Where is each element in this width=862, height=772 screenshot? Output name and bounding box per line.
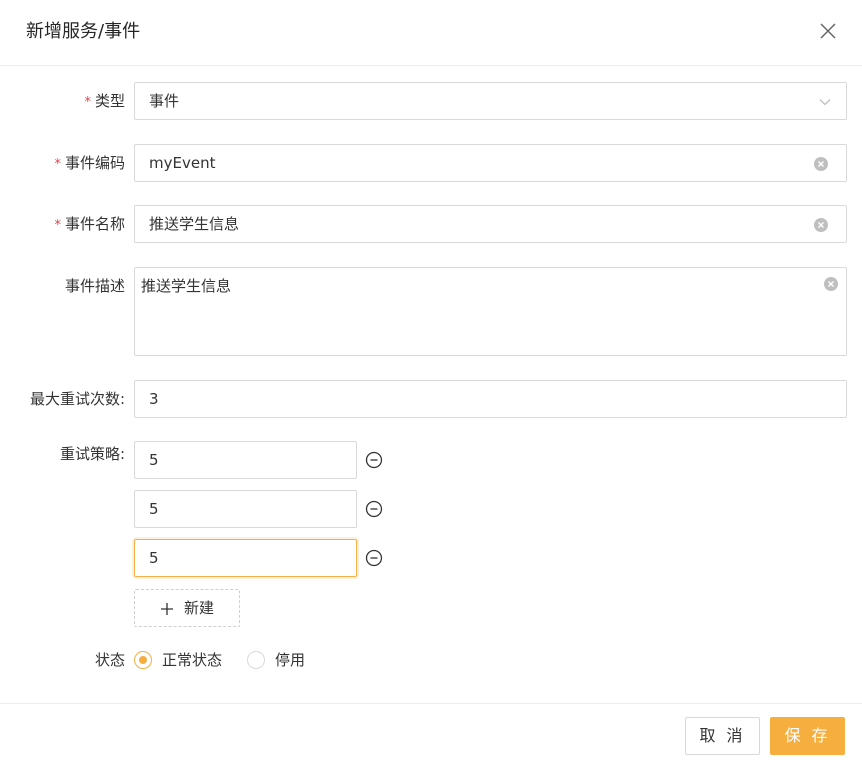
type-label: * 类型 (84, 92, 125, 110)
dialog-title: 新增服务/事件 (26, 21, 141, 42)
add-service-event-dialog: 新增服务/事件 * 类型 事件 * 事件编码 myEvent * 事件名称 推送学生信… (0, 0, 862, 772)
max-retry-input[interactable]: 3 (134, 380, 847, 418)
event-code-value: myEvent (149, 154, 216, 172)
type-select-value: 事件 (149, 92, 180, 110)
event-name-value: 推送学生信息 (149, 215, 240, 233)
retry-interval-value: 5 (149, 451, 159, 469)
event-code-label: * 事件编码 (54, 154, 125, 172)
close-icon[interactable] (818, 21, 838, 41)
minus-circle-icon[interactable] (365, 500, 383, 518)
save-button[interactable]: 保 存 (770, 717, 845, 755)
add-retry-label: 新建 (184, 599, 215, 617)
status-label: 状态 (94, 651, 125, 669)
radio-circle (247, 651, 265, 669)
event-code-input[interactable]: myEvent (134, 144, 847, 182)
retry-interval-input[interactable]: 5 (134, 490, 357, 528)
event-desc-value: 推送学生信息 (141, 277, 232, 295)
status-option-label: 停用 (275, 651, 306, 669)
status-option-label: 正常状态 (162, 651, 223, 669)
max-retry-label: 最大重试次数: (29, 390, 125, 408)
clear-icon[interactable] (814, 218, 828, 232)
event-desc-label: 事件描述 (64, 277, 125, 295)
chevron-down-icon (819, 99, 831, 106)
minus-circle-icon[interactable] (365, 549, 383, 567)
event-name-input[interactable]: 推送学生信息 (134, 205, 847, 243)
retry-interval-input[interactable]: 5 (134, 441, 357, 479)
required-mark: * (84, 95, 91, 110)
dialog-footer: 取 消 保 存 (0, 703, 862, 772)
event-desc-textarea[interactable]: 推送学生信息 (134, 267, 847, 356)
event-name-label: * 事件名称 (54, 215, 125, 233)
minus-circle-icon[interactable] (365, 451, 383, 469)
required-mark: * (54, 218, 61, 233)
retry-interval-value: 5 (149, 549, 159, 567)
retry-strategy-label: 重试策略: (59, 445, 125, 463)
max-retry-value: 3 (149, 390, 159, 408)
radio-circle (134, 651, 152, 669)
clear-icon[interactable] (824, 277, 838, 291)
retry-interval-value: 5 (149, 500, 159, 518)
add-retry-button[interactable]: 新建 (134, 589, 240, 627)
type-select[interactable]: 事件 (134, 82, 847, 120)
dialog-header: 新增服务/事件 (0, 0, 862, 66)
plus-icon (161, 603, 173, 615)
required-mark: * (54, 157, 61, 172)
clear-icon[interactable] (814, 157, 828, 171)
retry-interval-input[interactable]: 5 (134, 539, 357, 577)
cancel-button[interactable]: 取 消 (685, 717, 760, 755)
